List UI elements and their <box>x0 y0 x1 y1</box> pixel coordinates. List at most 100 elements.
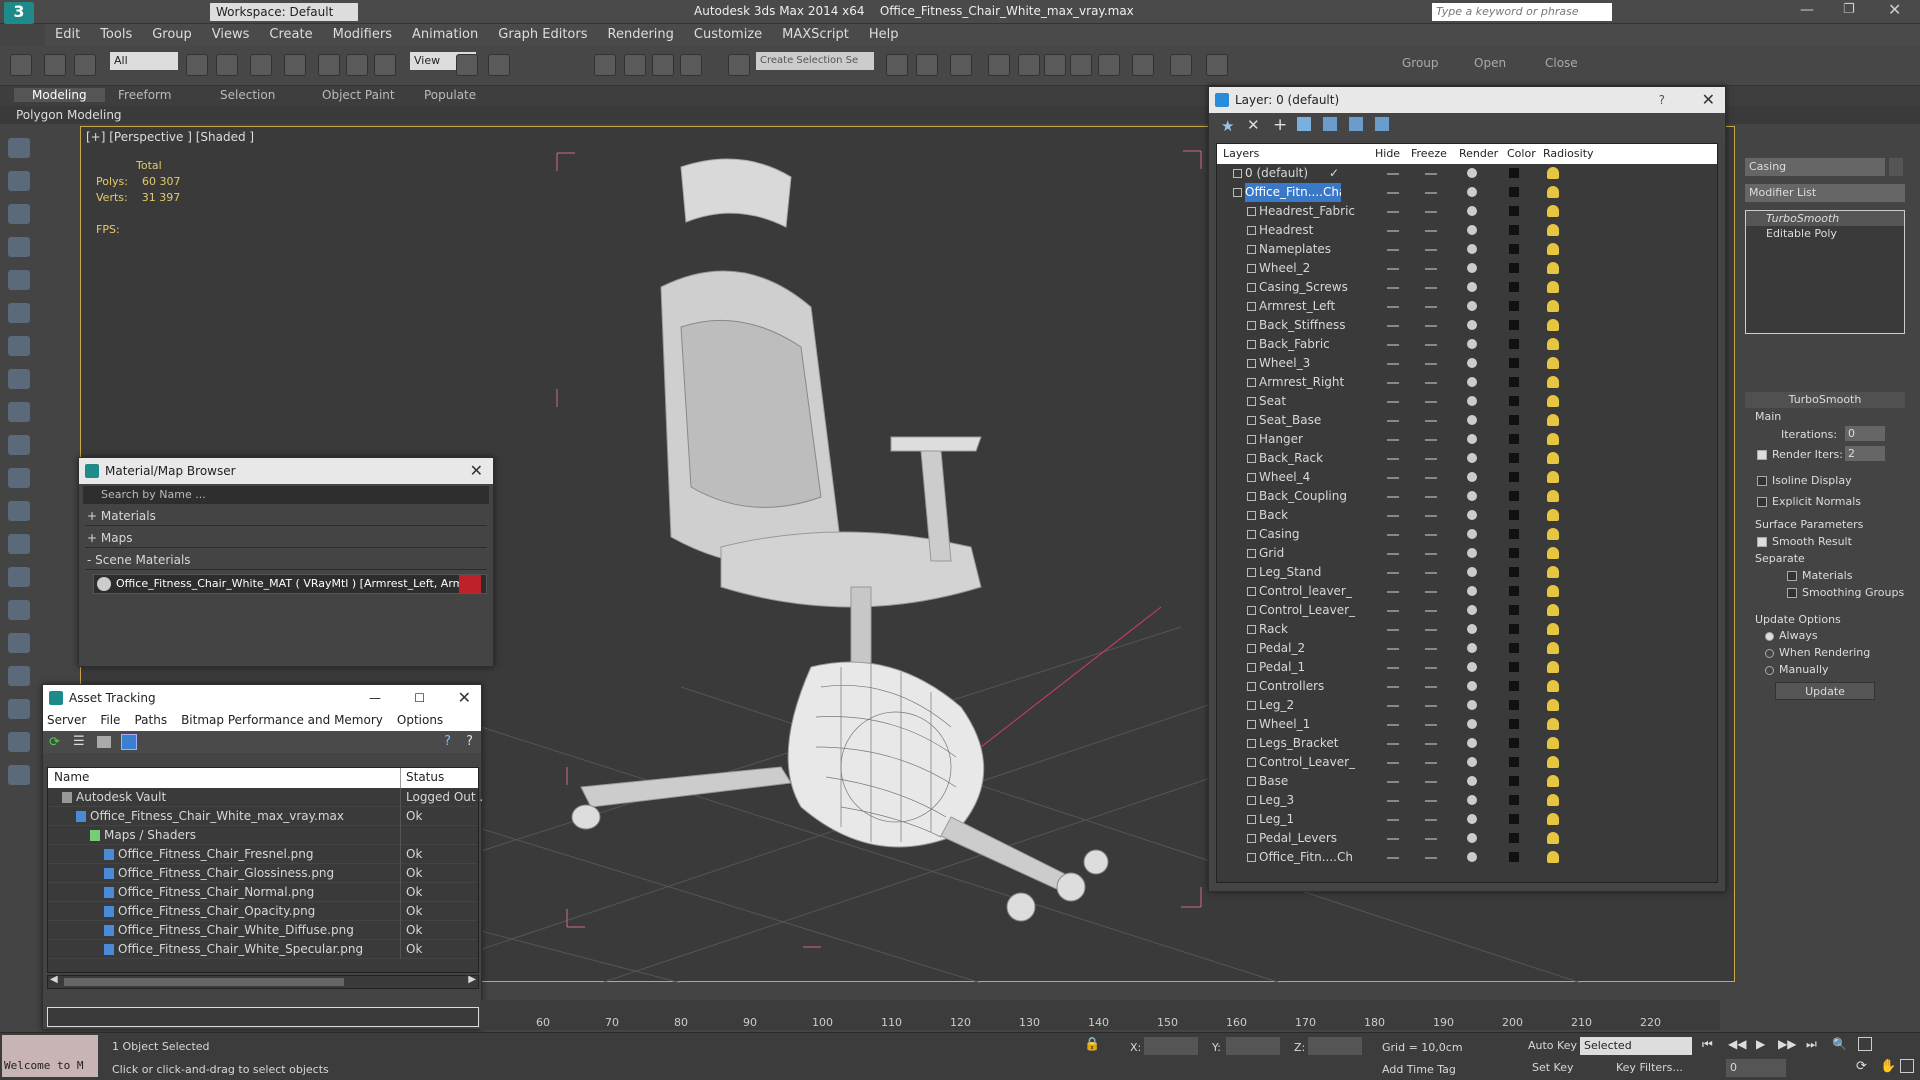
layer-dialog-titlebar[interactable]: Layer: 0 (default) ? ✕ <box>1209 87 1725 113</box>
render-toggle-icon[interactable] <box>1467 738 1477 748</box>
layer-color-swatch[interactable] <box>1509 168 1519 178</box>
tree-view-icon[interactable] <box>97 736 111 748</box>
explicit-normals-checkbox[interactable] <box>1757 497 1767 507</box>
update-button[interactable]: Update <box>1775 682 1875 700</box>
radiosity-toggle-icon[interactable] <box>1547 813 1559 825</box>
freeze-toggle-icon[interactable] <box>1425 572 1437 574</box>
hide-toggle-icon[interactable] <box>1387 705 1399 707</box>
hide-toggle-icon[interactable] <box>1387 800 1399 802</box>
hide-toggle-icon[interactable] <box>1387 629 1399 631</box>
asset-tracking-titlebar[interactable]: Asset Tracking — ☐ ✕ <box>43 685 481 711</box>
layer-color-swatch[interactable] <box>1509 529 1519 539</box>
render-toggle-icon[interactable] <box>1467 586 1477 596</box>
layer-color-swatch[interactable] <box>1509 833 1519 843</box>
layer-row[interactable]: Control_Leaver_ <box>1217 601 1717 620</box>
scroll-left-icon[interactable]: ◀ <box>50 974 58 985</box>
spinner-snap-icon[interactable] <box>680 54 702 76</box>
render-toggle-icon[interactable] <box>1467 434 1477 444</box>
radiosity-toggle-icon[interactable] <box>1547 395 1559 407</box>
layer-column-header-item[interactable]: Hide <box>1375 147 1400 160</box>
scatter-icon[interactable] <box>8 567 30 587</box>
asset-menu-item[interactable]: Options <box>397 713 443 727</box>
layer-color-swatch[interactable] <box>1509 586 1519 596</box>
layer-row[interactable]: 0 (default) ✓ <box>1217 164 1717 183</box>
asset-menu-item[interactable]: Paths <box>134 713 167 727</box>
space-warps-icon[interactable] <box>8 303 30 323</box>
named-selection-input[interactable]: Create Selection Se <box>756 52 874 70</box>
layer-row[interactable]: Rack <box>1217 620 1717 639</box>
name-column-header[interactable]: Name <box>54 770 89 784</box>
hide-toggle-icon[interactable] <box>1387 325 1399 327</box>
workspace-dropdown[interactable]: Workspace: Default <box>210 3 358 21</box>
layer-row[interactable]: Control_leaver_ <box>1217 582 1717 601</box>
minimize-icon[interactable]: — <box>1800 2 1814 18</box>
go-to-end-icon[interactable]: ⏭ <box>1806 1037 1817 1052</box>
freeze-toggle-icon[interactable] <box>1425 287 1437 289</box>
render-toggle-icon[interactable] <box>1467 453 1477 463</box>
lock-icon[interactable]: 🔒 <box>1084 1037 1100 1052</box>
radiosity-toggle-icon[interactable] <box>1547 509 1559 521</box>
layer-color-swatch[interactable] <box>1509 301 1519 311</box>
menu-item[interactable]: Edit <box>45 24 90 42</box>
layer-color-swatch[interactable] <box>1509 396 1519 406</box>
open-button[interactable]: Open <box>1474 56 1506 70</box>
hide-toggle-icon[interactable] <box>1387 534 1399 536</box>
render-toggle-icon[interactable] <box>1467 643 1477 653</box>
add-time-tag[interactable]: Add Time Tag <box>1382 1063 1456 1076</box>
render-setup-icon[interactable] <box>1098 54 1120 76</box>
manually-radio[interactable] <box>1765 665 1774 675</box>
render-toggle-icon[interactable] <box>1467 852 1477 862</box>
hide-toggle-icon[interactable] <box>1387 781 1399 783</box>
layer-color-swatch[interactable] <box>1509 814 1519 824</box>
asset-row[interactable]: Office_Fitness_Chair_White_Specular.png O… <box>48 940 478 959</box>
highlight-layer-icon[interactable] <box>1323 117 1337 131</box>
mirror-icon[interactable] <box>886 54 908 76</box>
radiosity-toggle-icon[interactable] <box>1547 243 1559 255</box>
layer-color-swatch[interactable] <box>1509 339 1519 349</box>
time-slider[interactable]: 60 70 80 90 100 110 120 130 140 150 160 170 180 190 20… <box>480 1000 1720 1030</box>
hide-toggle-icon[interactable] <box>1387 420 1399 422</box>
object-name-field[interactable]: Casing <box>1745 158 1885 176</box>
menu-item[interactable]: Views <box>202 24 260 42</box>
rotate-icon[interactable] <box>346 54 368 76</box>
render-toggle-icon[interactable] <box>1467 833 1477 843</box>
hide-toggle-icon[interactable] <box>1387 496 1399 498</box>
layer-manager-icon[interactable] <box>950 54 972 76</box>
radiosity-toggle-icon[interactable] <box>1547 851 1559 863</box>
hide-toggle-icon[interactable] <box>1387 762 1399 764</box>
radiosity-toggle-icon[interactable] <box>1547 281 1559 293</box>
render-icon-left[interactable] <box>8 732 30 752</box>
freeze-toggle-icon[interactable] <box>1425 401 1437 403</box>
auto-key-button[interactable]: Auto Key <box>1528 1039 1577 1052</box>
freeze-toggle-icon[interactable] <box>1425 382 1437 384</box>
hide-toggle-icon[interactable] <box>1387 857 1399 859</box>
render-toggle-icon[interactable] <box>1467 700 1477 710</box>
render-toggle-icon[interactable] <box>1467 662 1477 672</box>
render-toggle-icon[interactable] <box>1467 795 1477 805</box>
curve-editor-icon[interactable] <box>1018 54 1040 76</box>
radiosity-toggle-icon[interactable] <box>1547 186 1559 198</box>
render-toggle-icon[interactable] <box>1467 491 1477 501</box>
asset-help2-icon[interactable]: ? <box>466 734 473 749</box>
snap-toggle-icon[interactable] <box>594 54 616 76</box>
y-field[interactable] <box>1226 1037 1280 1055</box>
shapes-icon[interactable] <box>8 171 30 191</box>
hide-toggle-icon[interactable] <box>1387 211 1399 213</box>
app-logo[interactable]: 3 <box>4 2 34 24</box>
pan-icon[interactable]: ✋ <box>1880 1059 1896 1074</box>
radiosity-toggle-icon[interactable] <box>1547 167 1559 179</box>
layer-row[interactable]: Headrest_Fabric <box>1217 202 1717 221</box>
rendered-frame-icon[interactable] <box>1132 54 1154 76</box>
hide-toggle-icon[interactable] <box>1387 249 1399 251</box>
freeze-toggle-icon[interactable] <box>1425 249 1437 251</box>
hide-toggle-icon[interactable] <box>1387 477 1399 479</box>
menu-item[interactable]: Rendering <box>598 24 684 42</box>
table-view-icon[interactable] <box>121 734 137 750</box>
asset-path-field[interactable] <box>47 1007 479 1027</box>
freeze-all-icon[interactable] <box>1375 117 1389 131</box>
layer-color-swatch[interactable] <box>1509 206 1519 216</box>
hide-toggle-icon[interactable] <box>1387 173 1399 175</box>
layer-color-swatch[interactable] <box>1509 852 1519 862</box>
asset-close-icon[interactable]: ✕ <box>458 685 471 711</box>
menu-item[interactable]: Modifiers <box>323 24 402 42</box>
